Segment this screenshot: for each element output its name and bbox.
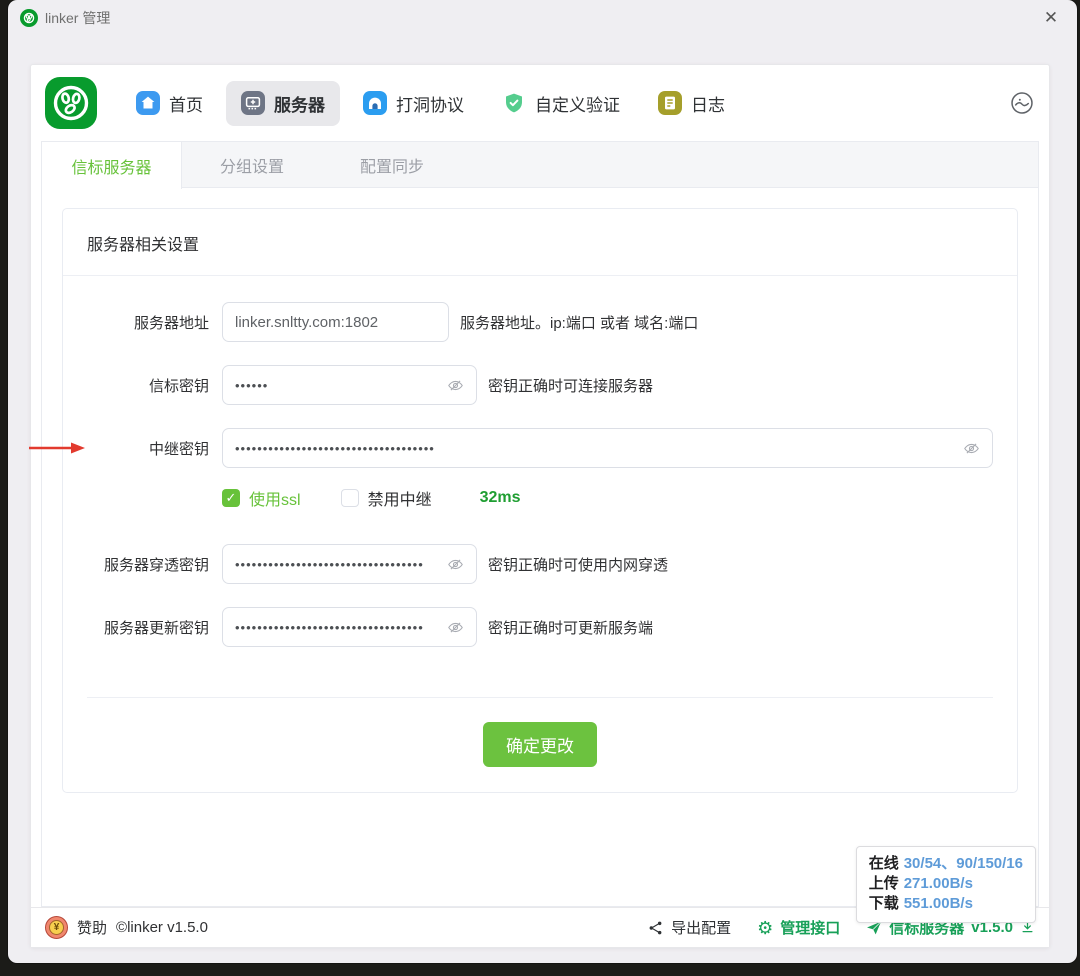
nav-tab-label: 首页 bbox=[169, 91, 203, 116]
nav-tab-label: 自定义验证 bbox=[535, 91, 620, 116]
yen-glyph: ¥ bbox=[49, 920, 64, 935]
card-title: 服务器相关设置 bbox=[63, 209, 1017, 276]
tunnel-icon bbox=[363, 91, 387, 115]
export-config-label: 导出配置 bbox=[671, 917, 731, 938]
relay-key-input[interactable]: •••••••••••••••••••••••••••••••••••• bbox=[222, 428, 993, 468]
disable-relay-checkbox[interactable] bbox=[341, 489, 359, 507]
confirm-changes-button[interactable]: 确定更改 bbox=[483, 722, 597, 767]
eye-slash-icon[interactable] bbox=[447, 556, 464, 573]
online-label: 在线 bbox=[869, 855, 899, 872]
log-icon bbox=[658, 91, 682, 115]
penetrate-key-label: 服务器穿透密钥 bbox=[87, 554, 209, 575]
server-settings-card: 服务器相关设置 服务器地址 linker.snltty.com:1802 服务器… bbox=[62, 208, 1018, 793]
disable-relay-label[interactable]: 禁用中继 bbox=[368, 486, 432, 510]
home-icon bbox=[136, 91, 160, 115]
subtab-label: 分组设置 bbox=[220, 153, 284, 177]
content-box: 信标服务器 分组设置 配置同步 服务器相关设置 服务器地址 link bbox=[41, 141, 1039, 907]
subtab-label: 配置同步 bbox=[360, 153, 424, 177]
relay-key-label-text: 中继密钥 bbox=[149, 441, 209, 458]
server-address-input[interactable]: linker.snltty.com:1802 bbox=[222, 302, 449, 342]
online-stat: 在线 30/54、90/150/16 bbox=[869, 854, 1023, 874]
upload-stat: 上传 271.00B/s bbox=[869, 874, 1023, 894]
update-key-label: 服务器更新密钥 bbox=[87, 617, 209, 638]
update-key-input[interactable]: •••••••••••••••••••••••••••••••••• bbox=[222, 607, 477, 647]
eye-slash-icon[interactable] bbox=[447, 619, 464, 636]
form-row-penetrate-key: 服务器穿透密钥 ••••••••••••••••••••••••••••••••… bbox=[87, 544, 993, 584]
beacon-key-hint: 密钥正确时可连接服务器 bbox=[488, 375, 653, 396]
share-icon bbox=[648, 920, 664, 936]
upload-label: 上传 bbox=[869, 875, 899, 892]
relay-key-value: •••••••••••••••••••••••••••••••••••• bbox=[235, 441, 955, 456]
form-row-server-address: 服务器地址 linker.snltty.com:1802 服务器地址。ip:端口… bbox=[87, 302, 993, 342]
eye-slash-icon[interactable] bbox=[447, 377, 464, 394]
copyright-text: ©linker v1.5.0 bbox=[116, 919, 208, 936]
server-address-label: 服务器地址 bbox=[87, 312, 209, 333]
main-panel: 首页 服务器 打洞 bbox=[30, 64, 1050, 948]
traffic-stats-box: 在线 30/54、90/150/16 上传 271.00B/s 下载 551.00B/… bbox=[856, 846, 1036, 923]
download-label: 下载 bbox=[869, 895, 899, 912]
update-key-value: •••••••••••••••••••••••••••••••••• bbox=[235, 620, 439, 635]
server-icon bbox=[241, 91, 265, 115]
manage-api-label: 管理接口 bbox=[780, 917, 840, 938]
use-ssl-option[interactable]: ✓ 使用ssl bbox=[222, 486, 301, 510]
subtab-group-settings[interactable]: 分组设置 bbox=[182, 142, 322, 187]
footer-left: ¥ 赞助 ©linker v1.5.0 bbox=[45, 916, 208, 939]
close-icon[interactable]: ✕ bbox=[1037, 4, 1065, 32]
beacon-key-label: 信标密钥 bbox=[87, 375, 209, 396]
check-icon: ✓ bbox=[226, 490, 237, 506]
nav-tab-server[interactable]: 服务器 bbox=[226, 81, 340, 126]
app-window: linker 管理 ✕ 首页 bbox=[8, 0, 1077, 963]
manage-api-button[interactable]: ⚙ 管理接口 bbox=[757, 917, 840, 938]
update-key-hint: 密钥正确时可更新服务端 bbox=[488, 617, 653, 638]
card-footer: 确定更改 bbox=[87, 697, 993, 792]
beacon-key-input[interactable]: •••••• bbox=[222, 365, 477, 405]
sponsor-link[interactable]: 赞助 bbox=[77, 917, 107, 938]
nav-tab-label: 打洞协议 bbox=[396, 91, 464, 116]
nav-tabs: 首页 服务器 打洞 bbox=[121, 81, 740, 126]
nav-tab-label: 日志 bbox=[691, 91, 725, 116]
subtab-beacon-server[interactable]: 信标服务器 bbox=[42, 142, 182, 189]
ssl-relay-options-row: ✓ 使用ssl 禁用中继 32ms bbox=[222, 486, 993, 510]
nav-tab-verify[interactable]: 自定义验证 bbox=[487, 81, 635, 126]
sponsor-coin-icon[interactable]: ¥ bbox=[45, 916, 68, 939]
nav-tab-home[interactable]: 首页 bbox=[121, 81, 218, 126]
latency-value: 32ms bbox=[480, 489, 521, 507]
subtab-config-sync[interactable]: 配置同步 bbox=[322, 142, 462, 187]
server-address-hint: 服务器地址。ip:端口 或者 域名:端口 bbox=[460, 312, 698, 333]
gear-icon: ⚙ bbox=[757, 919, 773, 937]
relay-key-label: 中继密钥 bbox=[87, 438, 209, 459]
upload-value: 271.00B/s bbox=[904, 875, 973, 892]
export-config-button[interactable]: 导出配置 bbox=[648, 917, 731, 938]
nav-tab-logs[interactable]: 日志 bbox=[643, 81, 740, 126]
online-value: 30/54、90/150/16 bbox=[904, 855, 1023, 872]
nav-tab-punch[interactable]: 打洞协议 bbox=[348, 81, 479, 126]
disable-relay-option[interactable]: 禁用中继 bbox=[341, 486, 432, 510]
titlebar: linker 管理 ✕ bbox=[8, 0, 1077, 36]
red-arrow-annotation-icon bbox=[29, 442, 85, 455]
eye-slash-icon[interactable] bbox=[963, 440, 980, 457]
nav-tab-label: 服务器 bbox=[274, 91, 325, 116]
use-ssl-checkbox[interactable]: ✓ bbox=[222, 489, 240, 507]
theme-toggle-icon[interactable] bbox=[1009, 90, 1035, 116]
form-row-update-key: 服务器更新密钥 ••••••••••••••••••••••••••••••••… bbox=[87, 607, 993, 647]
download-value: 551.00B/s bbox=[904, 895, 973, 912]
form-row-relay-key: 中继密钥 •••••••••••••••••••••••••••••••••••… bbox=[87, 428, 993, 468]
use-ssl-label[interactable]: 使用ssl bbox=[249, 486, 301, 510]
form-row-beacon-key: 信标密钥 •••••• 密钥正确时可连接服务器 bbox=[87, 365, 993, 405]
app-logo-icon bbox=[20, 9, 38, 27]
navbar: 首页 服务器 打洞 bbox=[31, 65, 1049, 141]
penetrate-key-value: •••••••••••••••••••••••••••••••••• bbox=[235, 557, 439, 572]
subtab-label: 信标服务器 bbox=[71, 154, 151, 178]
shield-icon bbox=[502, 91, 526, 115]
server-address-value: linker.snltty.com:1802 bbox=[235, 314, 436, 331]
subtab-strip: 信标服务器 分组设置 配置同步 bbox=[42, 142, 1038, 188]
linker-logo-icon bbox=[45, 77, 97, 129]
card-body: 服务器地址 linker.snltty.com:1802 服务器地址。ip:端口… bbox=[63, 276, 1017, 792]
penetrate-key-hint: 密钥正确时可使用内网穿透 bbox=[488, 554, 668, 575]
window-title: linker 管理 bbox=[45, 8, 110, 28]
penetrate-key-input[interactable]: •••••••••••••••••••••••••••••••••• bbox=[222, 544, 477, 584]
beacon-key-value: •••••• bbox=[235, 378, 439, 393]
download-stat: 下载 551.00B/s bbox=[869, 894, 1023, 914]
